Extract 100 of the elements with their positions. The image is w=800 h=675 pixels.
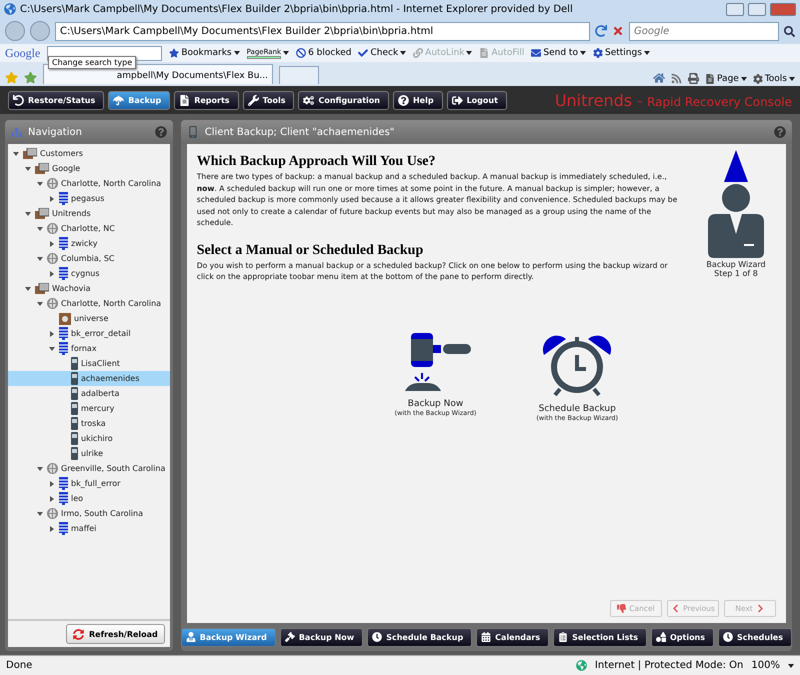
expanded-arrow-icon[interactable] [25,166,31,172]
tree-item[interactable]: Irmo, South Carolina [8,506,170,521]
home-icon[interactable] [653,72,666,84]
tree-item[interactable]: Google [8,161,170,176]
tree-item[interactable]: Unitrends [8,206,170,221]
tree-item[interactable]: mercury [8,401,170,416]
toolbar-button[interactable]: Backup Wizard [180,628,276,646]
expanded-arrow-icon[interactable] [13,150,19,156]
toolbar-button[interactable]: Backup Now [280,628,364,646]
alarm-clock-icon[interactable] [542,332,612,398]
calendar-icon [481,632,492,642]
tree-item[interactable]: fornax [8,341,170,356]
server-icon [59,522,68,535]
gear-icon [592,48,603,58]
tree-item[interactable]: pegasus [8,191,170,206]
tree-item[interactable]: leo [8,491,170,506]
tree-item[interactable]: ulrike [8,446,170,461]
toolbar-button[interactable]: Bookmarks [169,48,240,58]
toolbar-button[interactable]: Schedule Backup [367,628,472,646]
search-field[interactable]: Google [629,22,779,40]
device-icon [71,432,78,445]
expanded-arrow-icon[interactable] [25,286,31,292]
umbrella-icon [113,94,124,106]
toolbar-button[interactable]: Calendars [476,628,550,646]
choice-label[interactable]: Schedule Backup [538,404,616,414]
toolbar-button[interactable]: Send to [531,48,586,58]
tree-item[interactable]: bk_full_error [8,476,170,491]
close-button[interactable] [770,2,796,16]
refresh-icon[interactable] [595,25,607,37]
expanded-arrow-icon[interactable] [37,510,43,516]
tree-item[interactable]: universe [8,311,170,326]
toolbar-button[interactable]: Schedules [718,628,792,646]
toolbar-button[interactable]: 6 blocked [296,48,352,58]
refresh-button[interactable]: Refresh/Reload [66,624,165,644]
tree-item[interactable]: achaemenides [8,371,170,386]
expanded-arrow-icon[interactable] [25,210,31,216]
page-icon [705,74,716,84]
collapsed-arrow-icon[interactable] [49,526,55,532]
feed-icon[interactable] [671,73,682,84]
tree-item[interactable]: zwicky [8,236,170,251]
tree-item[interactable]: Columbia, SC [8,251,170,266]
tree-item[interactable]: troska [8,416,170,431]
help-icon[interactable] [774,126,786,138]
collapsed-arrow-icon[interactable] [49,196,55,202]
device-icon [71,402,78,415]
nav-button[interactable]: Restore/Status [8,90,104,110]
collapsed-arrow-icon[interactable] [49,480,55,486]
gears-icon [303,94,314,106]
expanded-arrow-icon[interactable] [37,256,43,262]
tree-item[interactable]: ukichiro [8,431,170,446]
help-icon[interactable] [154,126,167,138]
address-field[interactable]: C:\Users\Mark Campbell\My Documents\Flex Builder 2\bpria\bin\bpria.html [55,22,590,40]
expanded-arrow-icon[interactable] [37,300,43,306]
shapes-icon [656,632,666,642]
url-text: C:\Users\Mark Campbell\My Documents\Flex Builder 2\bpria\bin\bpria.html [60,26,434,36]
nav-button[interactable]: Backup [108,90,170,110]
tree-item[interactable]: maffei [8,521,170,536]
expanded-arrow-icon[interactable] [37,226,43,232]
toolbar-button[interactable]: Settings [592,48,650,58]
print-icon[interactable] [688,73,700,84]
zoom-level[interactable]: 100% [751,660,780,671]
nav-button[interactable]: Help [392,90,443,110]
tree-item[interactable]: adalberta [8,386,170,401]
tree-item[interactable]: bk_error_detail [8,326,170,341]
collapsed-arrow-icon[interactable] [49,330,55,336]
building-icon [35,208,49,219]
toolbar-button[interactable]: Check [358,48,406,58]
thumbs-down-icon [617,604,626,613]
nav-button[interactable]: Configuration [298,90,389,110]
expanded-arrow-icon[interactable] [37,466,43,472]
collapsed-arrow-icon[interactable] [49,270,55,276]
collapsed-arrow-icon[interactable] [49,496,55,502]
search-icon[interactable] [784,26,795,36]
collapsed-arrow-icon[interactable] [49,240,55,246]
building-icon [23,148,37,159]
gavel-icon [284,632,295,642]
toolbar-button[interactable]: Selection Lists [553,628,647,646]
nav-button[interactable]: Tools [242,90,294,110]
tree-item[interactable]: cygnus [8,266,170,281]
tree-item[interactable]: Charlotte, North Carolina [8,296,170,311]
command-menu[interactable]: Page [705,74,747,84]
stop-icon[interactable] [612,25,624,37]
maximize-button[interactable] [748,2,766,16]
expanded-arrow-icon[interactable] [49,346,55,352]
minimize-button[interactable] [726,2,744,16]
device-icon [71,447,78,460]
nav-button[interactable]: Logout [446,90,507,110]
toolbar-button[interactable]: Options [650,628,714,646]
expanded-arrow-icon[interactable] [37,180,43,186]
wrench-icon [248,94,259,106]
tree-item[interactable]: LisaClient [8,356,170,371]
tree-item[interactable]: Greenville, South Carolina [8,461,170,476]
choice-label[interactable]: Backup Now [408,398,464,408]
command-menu[interactable]: Tools [752,74,795,84]
nav-button[interactable]: Reports [174,90,239,110]
tree-item[interactable]: Charlotte, North Carolina [8,176,170,191]
tree-item[interactable]: Customers [8,146,170,161]
tree-item[interactable]: Wachovia [8,281,170,296]
caret-icon [789,77,795,81]
tree-item[interactable]: Charlotte, NC [8,221,170,236]
